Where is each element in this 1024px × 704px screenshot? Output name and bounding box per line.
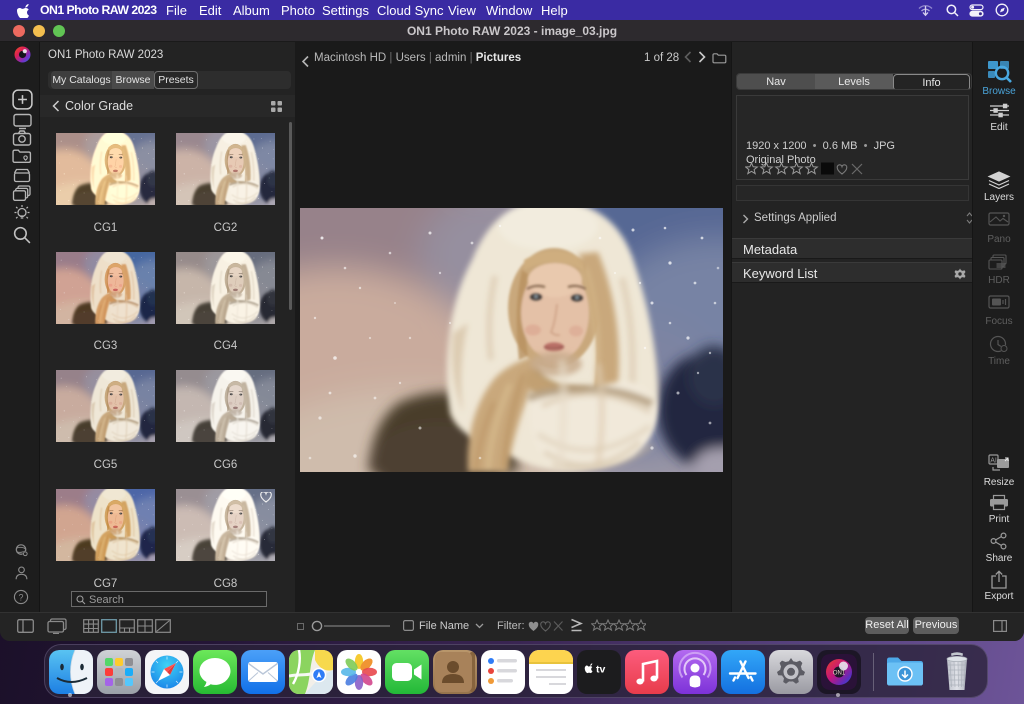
svg-text:AI: AI: [990, 457, 997, 464]
svg-text:ON1: ON1: [833, 671, 846, 677]
svg-text:?: ?: [19, 592, 24, 602]
svg-text:tv: tv: [596, 664, 605, 676]
